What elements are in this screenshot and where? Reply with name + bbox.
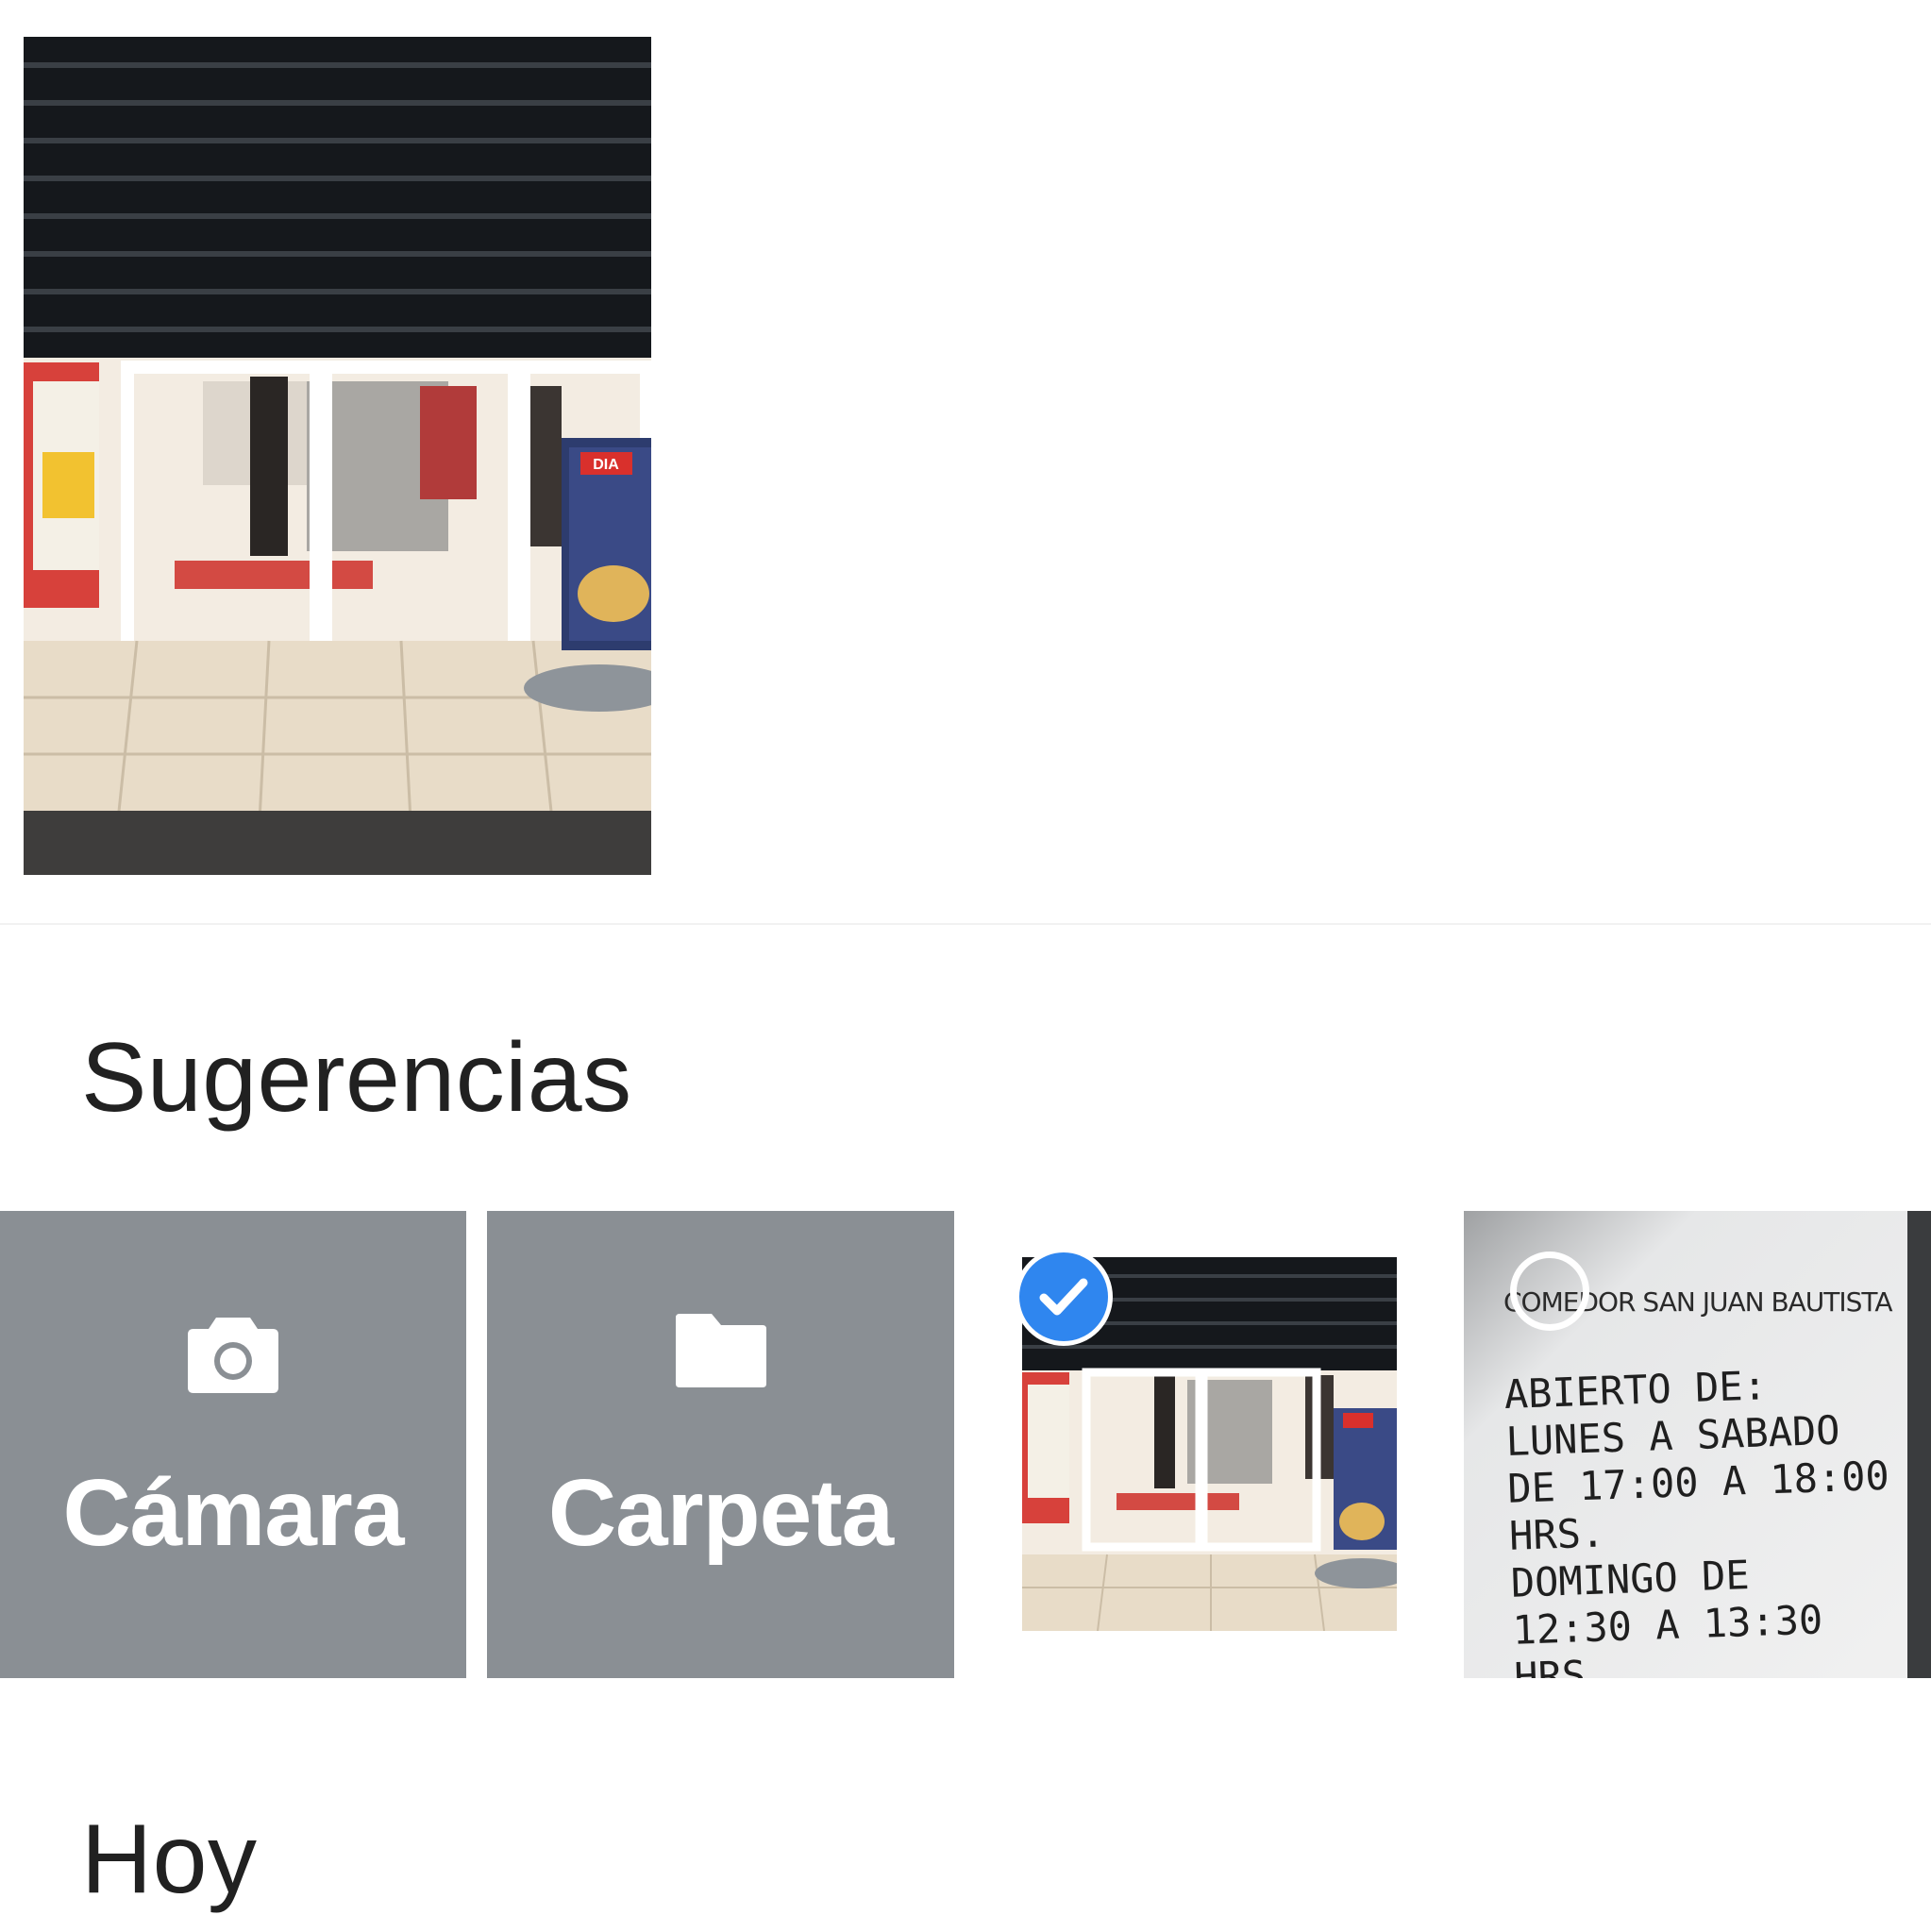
folder-icon xyxy=(675,1314,766,1387)
note-line: 12:30 A 13:30 xyxy=(1511,1596,1823,1654)
checkmark-icon xyxy=(1039,1278,1088,1316)
selected-photo-preview[interactable]: DIA xyxy=(24,37,651,875)
folder-label: Carpeta xyxy=(547,1460,894,1566)
store-entrance-photo: DIA xyxy=(24,37,651,875)
note-line: HRS. xyxy=(1508,1509,1606,1559)
sign-brand-text: DIA xyxy=(593,457,619,473)
unselected-circle-icon[interactable] xyxy=(1510,1252,1589,1331)
note-line: DOMINGO DE xyxy=(1509,1552,1751,1606)
today-heading: Hoy xyxy=(81,1805,258,1914)
camera-icon xyxy=(188,1318,278,1393)
camera-button[interactable]: Cámara xyxy=(0,1211,466,1678)
note-line: ABIERTO DE: xyxy=(1503,1362,1768,1418)
section-divider xyxy=(0,923,1931,925)
folder-button[interactable]: Carpeta xyxy=(487,1211,954,1678)
selected-checkmark-icon[interactable] xyxy=(1019,1252,1108,1341)
suggestions-heading: Sugerencias xyxy=(81,1023,632,1133)
camera-label: Cámara xyxy=(62,1460,405,1566)
note-line: HRS. xyxy=(1513,1651,1611,1678)
note-body-text: ABIERTO DE: LUNES A SABADO DE 17:00 A 18… xyxy=(1503,1358,1897,1678)
